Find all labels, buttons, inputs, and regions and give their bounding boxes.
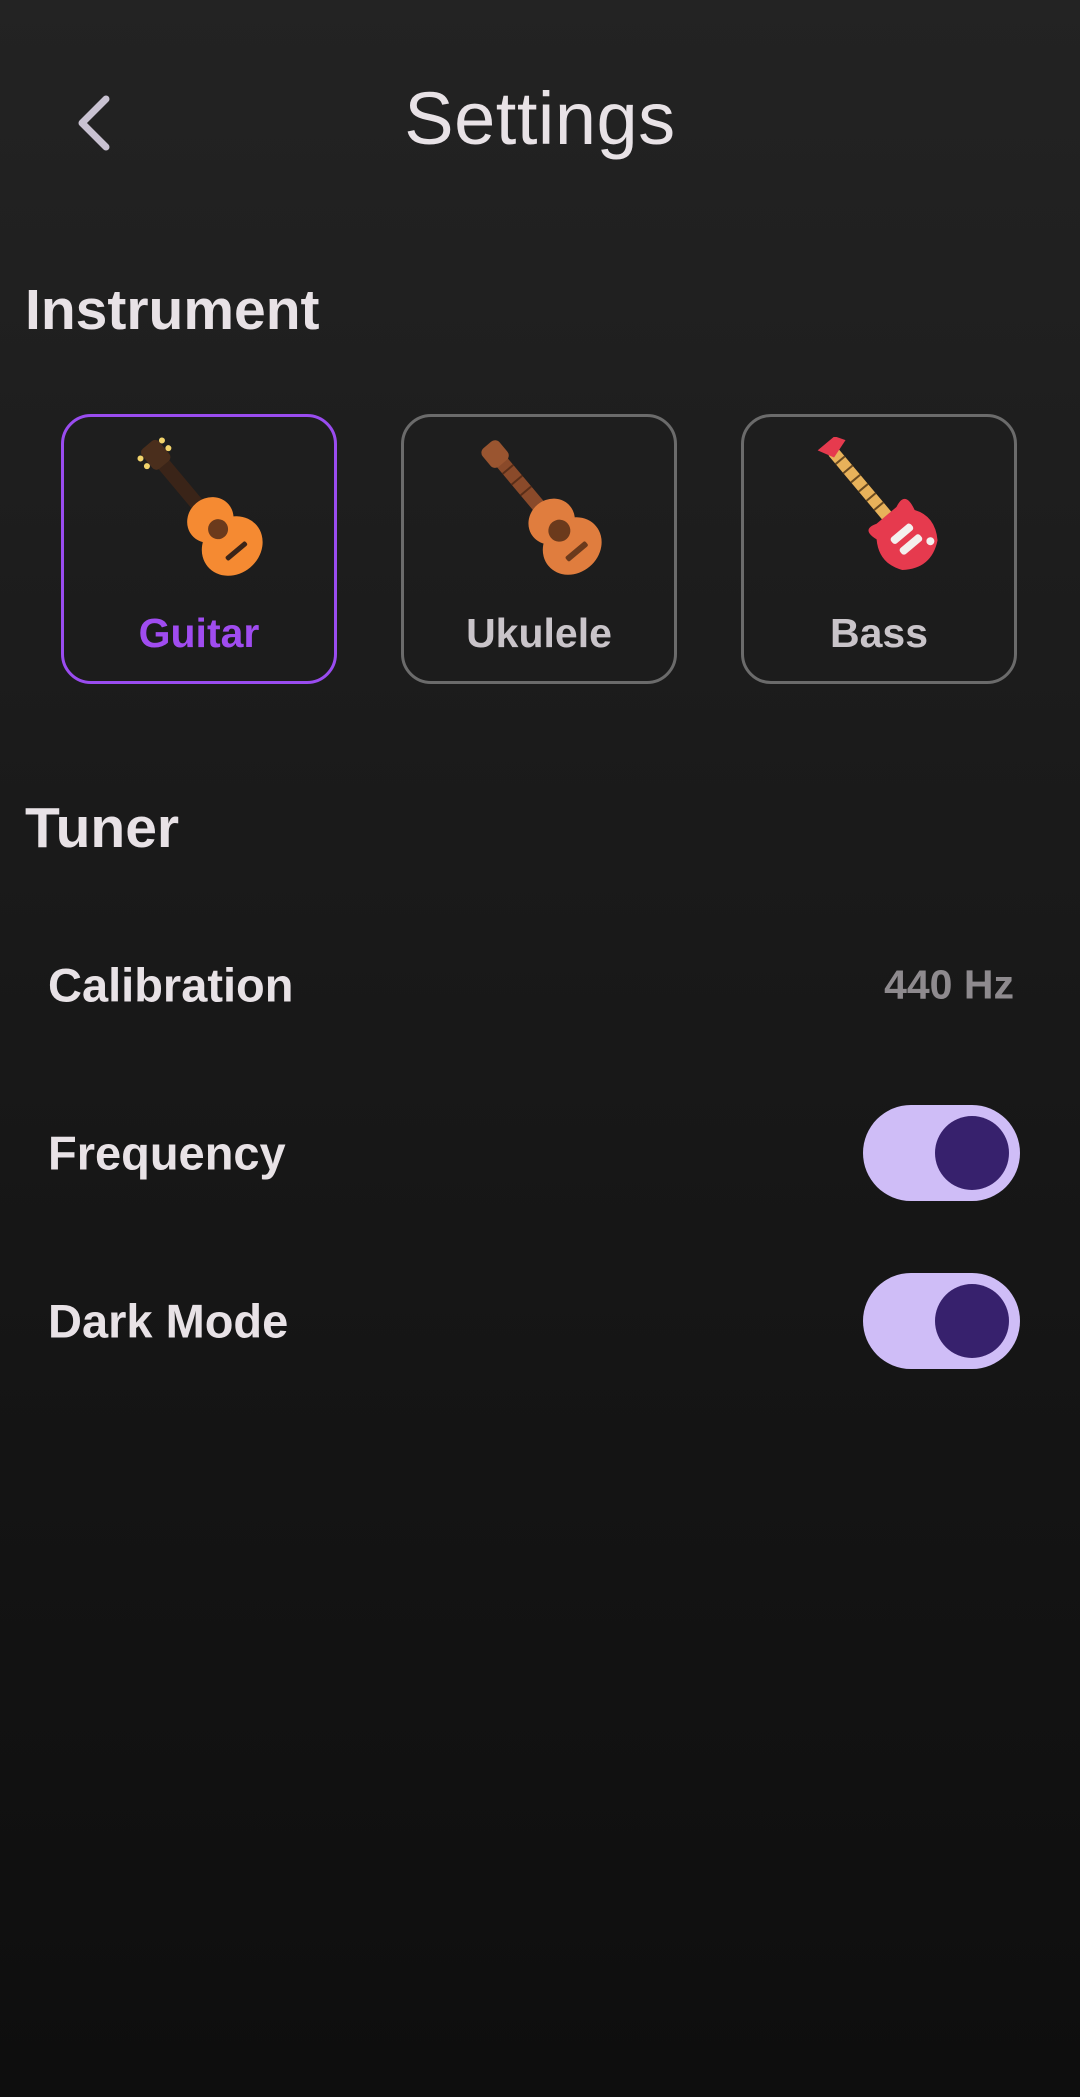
ukulele-icon (481, 440, 602, 575)
app-header: Settings (0, 0, 1080, 260)
instrument-label-bass: Bass (829, 610, 928, 656)
dark-mode-row: Dark Mode (0, 1261, 1080, 1381)
instrument-card-bass[interactable]: Bass (741, 414, 1017, 684)
frequency-row: Frequency (0, 1093, 1080, 1213)
page-title: Settings (404, 77, 676, 160)
dark-mode-toggle-knob (935, 1284, 1009, 1358)
instrument-selector: Guitar Ukulele Bass (61, 414, 1019, 686)
instrument-label-guitar: Guitar (138, 610, 260, 656)
instrument-label-ukulele: Ukulele (466, 610, 612, 656)
calibration-row[interactable]: Calibration 440 Hz (0, 925, 1080, 1045)
bass-guitar-icon (817, 437, 938, 570)
dark-mode-label: Dark Mode (48, 1294, 289, 1348)
frequency-toggle[interactable] (863, 1105, 1020, 1201)
instrument-card-ukulele[interactable]: Ukulele (401, 414, 677, 684)
calibration-label: Calibration (48, 958, 294, 1012)
section-title-tuner: Tuner (25, 796, 180, 860)
calibration-value: 440 Hz (884, 961, 1014, 1008)
instrument-card-guitar[interactable]: Guitar (61, 414, 337, 684)
frequency-toggle-knob (935, 1116, 1009, 1190)
acoustic-guitar-icon (137, 437, 263, 576)
frequency-label: Frequency (48, 1126, 286, 1180)
dark-mode-toggle[interactable] (863, 1273, 1020, 1369)
section-title-instrument: Instrument (25, 278, 320, 342)
